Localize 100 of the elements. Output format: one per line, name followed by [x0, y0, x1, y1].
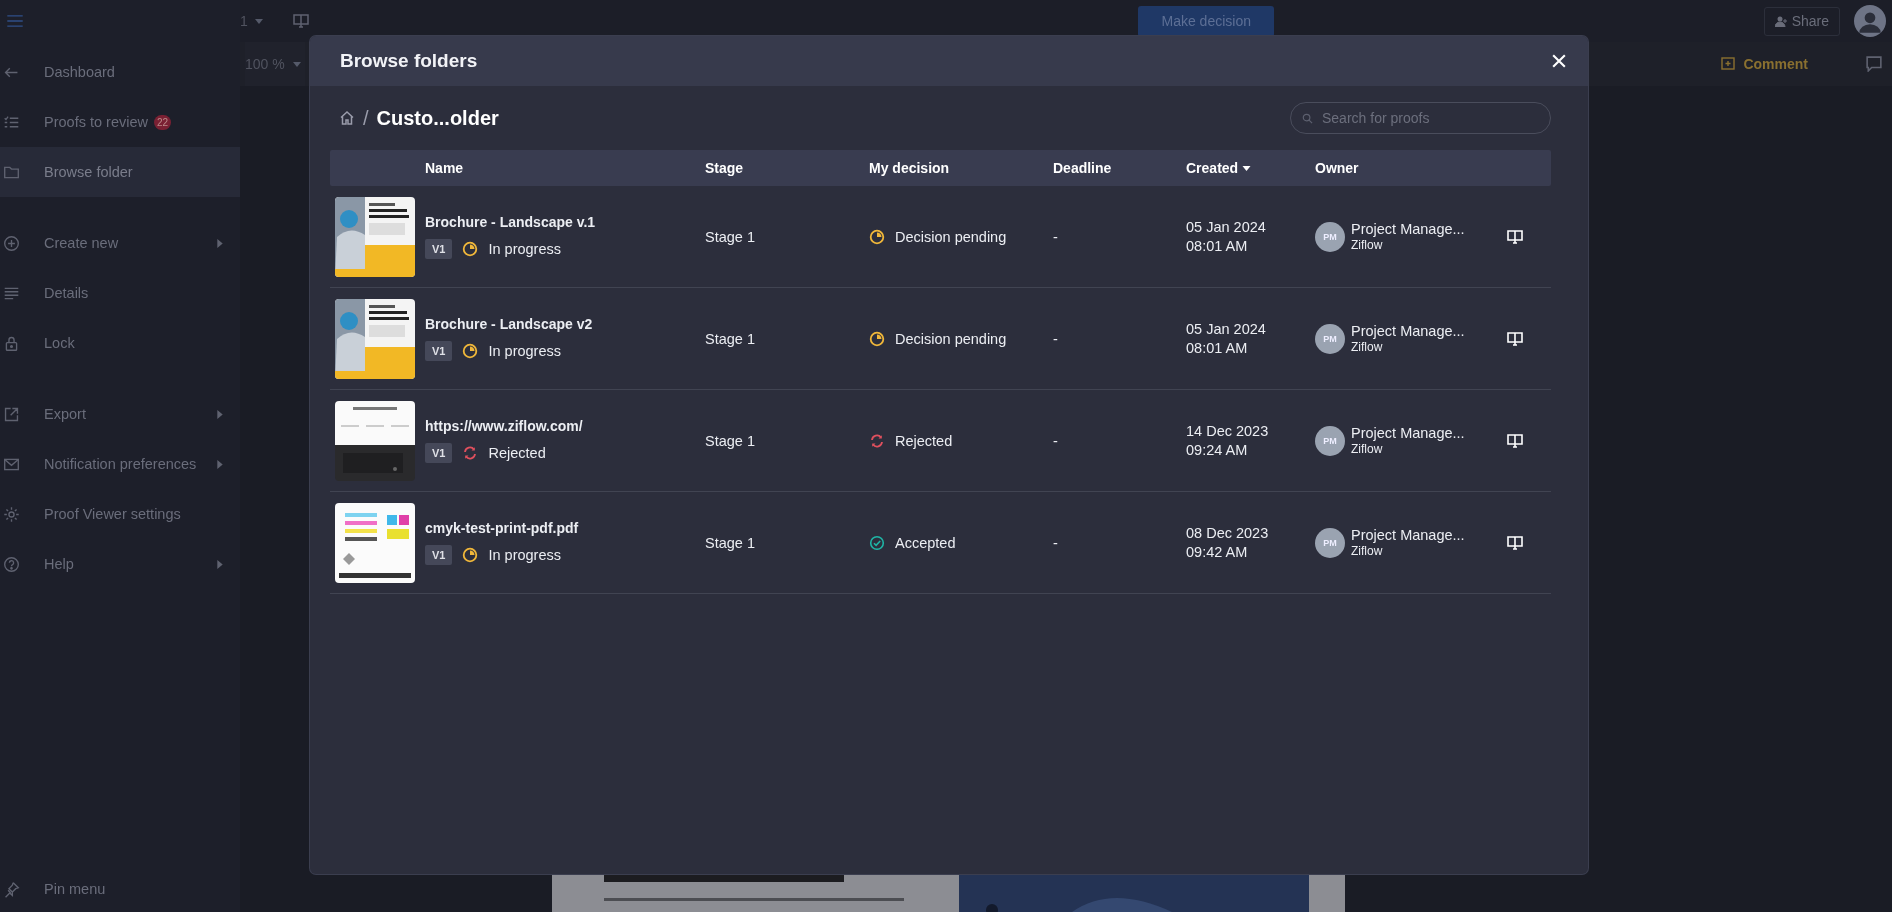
menu-item[interactable]: Proof Viewer settings: [0, 489, 240, 539]
menu-label: Browse folder: [44, 164, 133, 180]
owner-name: Project Manage...: [1351, 527, 1465, 543]
plus-circle-icon: [3, 234, 20, 252]
submenu-arrow-icon: [217, 409, 223, 419]
stage-cell-text: Stage 1: [705, 534, 756, 551]
column-header[interactable]: Deadline: [1053, 160, 1186, 176]
decision-text: Rejected: [895, 432, 953, 449]
pending-icon: [869, 228, 885, 245]
status-text: In progress: [488, 241, 561, 257]
owner-company: Ziflow: [1351, 544, 1384, 558]
status-text: In progress: [488, 343, 561, 359]
comment-button[interactable]: Comment: [1715, 55, 1814, 73]
stage-cell-text: Stage 1: [705, 228, 756, 245]
sort-icon: [1242, 165, 1252, 171]
created-time: 09:24 AM: [1186, 442, 1249, 458]
deadline-cell-text: -: [1053, 534, 1059, 551]
proof-name[interactable]: Brochure - Landscape v.1: [425, 214, 705, 230]
dialog-title: Browse folders: [340, 50, 479, 72]
owner-name: Project Manage...: [1351, 425, 1465, 441]
menu-label: Lock: [44, 335, 75, 351]
decision-text: Decision pending: [895, 330, 1007, 347]
close-icon[interactable]: [1552, 54, 1566, 68]
share-button[interactable]: Share: [1763, 6, 1840, 36]
menu-item[interactable]: Create new: [0, 218, 240, 268]
version-badge: V1: [425, 341, 453, 361]
user-plus-icon: [1774, 15, 1787, 27]
proof-name[interactable]: cmyk-test-print-pdf.pdf: [425, 520, 705, 536]
menu-item[interactable]: Proofs to review 22: [0, 97, 240, 147]
menu-item[interactable]: Notification preferences: [0, 439, 240, 489]
deadline-cell-text: -: [1053, 432, 1059, 449]
column-header[interactable]: Owner: [1315, 160, 1480, 176]
chat-icon[interactable]: [1866, 56, 1882, 72]
menu-label: Help: [44, 556, 74, 572]
menu-label: Details: [44, 285, 89, 301]
column-header[interactable]: Name: [425, 160, 705, 176]
column-header[interactable]: Created: [1186, 160, 1315, 176]
pin-menu-item[interactable]: Pin menu: [0, 869, 240, 909]
submenu-arrow-icon: [217, 459, 223, 469]
owner-company: Ziflow: [1351, 442, 1384, 456]
menu-label: Dashboard: [44, 64, 115, 80]
pending-icon: [462, 343, 479, 359]
caret-icon: [254, 18, 263, 24]
pending-icon: [462, 547, 479, 563]
menu-label: Notification preferences: [44, 456, 197, 472]
menu-label: Proof Viewer settings: [44, 506, 181, 522]
status-text: In progress: [488, 547, 561, 563]
breadcrumb-separator: /: [363, 106, 369, 130]
submenu-arrow-icon: [217, 559, 223, 569]
pending-icon: [462, 241, 479, 257]
status-text: Rejected: [488, 445, 546, 461]
menu-label: Export: [44, 406, 86, 422]
proof-name[interactable]: Brochure - Landscape v2: [425, 316, 705, 332]
created-time: 08:01 AM: [1186, 340, 1249, 356]
rejected-icon: [869, 432, 885, 449]
help-icon: [3, 555, 20, 573]
created-date: 14 Dec 2023: [1186, 423, 1270, 439]
version-badge: V1: [425, 545, 453, 565]
check-circle-icon: [869, 534, 885, 551]
owner-name: Project Manage...: [1351, 221, 1465, 237]
created-date: 08 Dec 2023: [1186, 525, 1270, 541]
pin-icon: [3, 880, 20, 898]
avatar-icon[interactable]: [1854, 5, 1886, 37]
column-header[interactable]: My decision: [869, 160, 1053, 176]
stage-cell-text: Stage 1: [705, 432, 756, 449]
menu-item[interactable]: Dashboard: [0, 47, 240, 97]
menu-item[interactable]: Lock: [0, 318, 240, 368]
search-icon: [1302, 113, 1313, 124]
count-badge: 22: [153, 114, 172, 130]
menu-label: Create new: [44, 235, 119, 251]
make-decision-button[interactable]: Make decision: [1138, 5, 1275, 37]
lock-icon: [3, 334, 20, 352]
created-date: 05 Jan 2024: [1186, 219, 1267, 235]
proof-name[interactable]: https://www.ziflow.com/: [425, 418, 705, 434]
export-icon: [3, 405, 20, 423]
submenu-arrow-icon: [217, 238, 223, 248]
owner-avatar: PM: [1315, 221, 1345, 252]
owner-company: Ziflow: [1351, 340, 1384, 354]
menu-item[interactable]: Help: [0, 539, 240, 589]
caret-icon: [292, 61, 301, 67]
decision-text: Accepted: [895, 534, 956, 551]
owner-name: Project Manage...: [1351, 323, 1465, 339]
deadline-cell-text: -: [1053, 228, 1059, 245]
owner-avatar: PM: [1315, 527, 1345, 558]
owner-company: Ziflow: [1351, 238, 1384, 252]
add-comment-icon: [1721, 57, 1736, 71]
search-field[interactable]: Search for proofs: [1290, 102, 1551, 134]
owner-avatar: PM: [1315, 425, 1345, 456]
home-icon[interactable]: [339, 110, 355, 126]
created-time: 09:42 AM: [1186, 544, 1249, 560]
menu-item[interactable]: Details: [0, 268, 240, 318]
column-header[interactable]: Stage: [705, 160, 869, 176]
stage-cell-text: Stage 1: [705, 330, 756, 347]
menu-item[interactable]: Export: [0, 389, 240, 439]
version-badge: V1: [425, 239, 453, 259]
deadline-cell-text: -: [1053, 330, 1059, 347]
menu-item[interactable]: Browse folder: [0, 147, 240, 197]
decision-text: Decision pending: [895, 228, 1007, 245]
pending-icon: [869, 330, 885, 347]
rejected-icon: [462, 445, 479, 461]
